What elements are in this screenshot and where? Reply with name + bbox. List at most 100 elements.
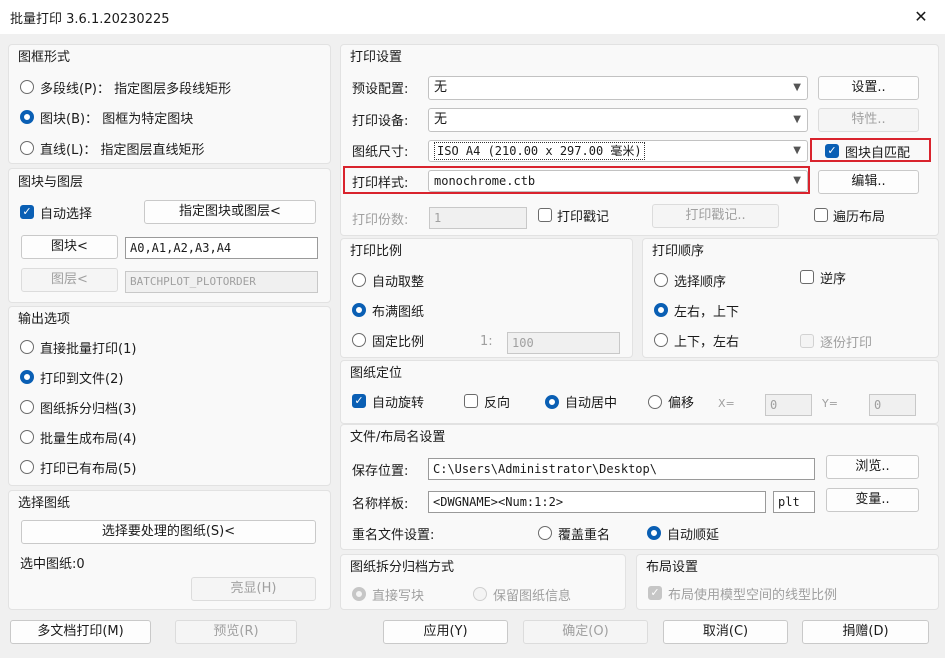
traverse-layout-checkbox[interactable] xyxy=(814,208,828,222)
chevron-down-icon: ▼ xyxy=(793,145,801,156)
auto-increment-label: 自动顺延 xyxy=(667,528,720,543)
output-existing-radio[interactable] xyxy=(20,460,34,474)
window-title: 批量打印 3.6.1.20230225 xyxy=(10,12,170,27)
archive-writeblock-radio[interactable] xyxy=(352,587,366,601)
archive-keepinfo-label: 保留图纸信息 xyxy=(493,589,572,604)
layout-settings-title: 布局设置 xyxy=(646,560,699,575)
copies-input[interactable]: 1 xyxy=(429,207,527,229)
preset-select[interactable]: 无 ▼ xyxy=(428,76,808,100)
frame-block-radio[interactable] xyxy=(20,110,34,124)
output-file-radio[interactable] xyxy=(20,370,34,384)
scale-ratio-prefix: 1: xyxy=(480,334,493,349)
auto-select-label: 自动选择 xyxy=(40,207,93,222)
save-location-input[interactable]: C:\Users\Administrator\Desktop\ xyxy=(428,458,815,480)
apply-button[interactable]: 应用(Y) xyxy=(383,620,508,644)
reverse-checkbox[interactable] xyxy=(464,394,478,408)
scale-fixed-label: 固定比例 xyxy=(372,335,425,350)
paper-size-value: ISO A4 (210.00 x 297.00 毫米) xyxy=(434,142,645,160)
frame-polyline-radio[interactable] xyxy=(20,80,34,94)
scale-fixed-radio[interactable] xyxy=(352,333,366,347)
order-tb-label: 上下，左右 xyxy=(674,335,740,350)
stamp-checkbox[interactable] xyxy=(538,208,552,222)
reverse-order-checkbox[interactable] xyxy=(800,270,814,284)
traverse-layout-label: 遍历布局 xyxy=(833,210,886,225)
select-sheets-title: 选择图纸 xyxy=(18,496,71,511)
chevron-down-icon: ▼ xyxy=(793,114,801,125)
cancel-button[interactable]: 取消(C) xyxy=(663,620,788,644)
order-select-radio[interactable] xyxy=(654,273,668,287)
copies-label: 打印份数: xyxy=(352,213,409,228)
auto-center-label: 自动居中 xyxy=(565,396,618,411)
output-split-label: 图纸拆分归档(3) xyxy=(40,402,137,417)
copy-print-checkbox[interactable] xyxy=(800,334,814,348)
layer-name-input[interactable]: BATCHPLOT_PLOTORDER xyxy=(125,271,318,293)
print-style-value: monochrome.ctb xyxy=(434,174,536,188)
settings-button[interactable]: 设置.. xyxy=(818,76,919,100)
scale-fit-label: 布满图纸 xyxy=(372,305,425,320)
output-title: 输出选项 xyxy=(18,312,71,327)
specify-block-layer-button[interactable]: 指定图块或图层< xyxy=(144,200,316,224)
auto-increment-radio[interactable] xyxy=(647,526,661,540)
auto-rotate-checkbox[interactable]: ✓ xyxy=(352,394,366,408)
reverse-label: 反向 xyxy=(484,396,511,411)
file-extension-input[interactable]: plt xyxy=(773,491,815,513)
archive-title: 图纸拆分归档方式 xyxy=(350,560,455,575)
close-icon[interactable]: ✕ xyxy=(905,2,937,32)
scale-fit-radio[interactable] xyxy=(352,303,366,317)
order-title: 打印顺序 xyxy=(652,244,705,259)
browse-button[interactable]: 浏览.. xyxy=(826,455,919,479)
frame-form-title: 图框形式 xyxy=(18,50,71,65)
paper-size-select[interactable]: ISO A4 (210.00 x 297.00 毫米) ▼ xyxy=(428,140,808,162)
highlight-button[interactable]: 亮显(H) xyxy=(191,577,316,601)
overwrite-radio[interactable] xyxy=(538,526,552,540)
block-match-label: 图块自匹配 xyxy=(845,146,911,161)
archive-writeblock-label: 直接写块 xyxy=(372,589,425,604)
select-sheets-button[interactable]: 选择要处理的图纸(S)< xyxy=(21,520,316,544)
auto-select-checkbox[interactable]: ✓ xyxy=(20,205,34,219)
frame-block-label: 图块(B)： 图框为特定图块 xyxy=(40,112,194,127)
output-direct-label: 直接批量打印(1) xyxy=(40,342,137,357)
archive-keepinfo-radio[interactable] xyxy=(473,587,487,601)
layout-linetype-checkbox[interactable]: ✓ xyxy=(648,586,662,600)
scale-ratio-input[interactable]: 100 xyxy=(507,332,620,354)
block-button[interactable]: 图块< xyxy=(21,235,118,259)
edit-style-button[interactable]: 编辑.. xyxy=(818,170,919,194)
properties-button[interactable]: 特性.. xyxy=(818,108,919,132)
offset-y-label: Y= xyxy=(822,397,838,410)
save-location-label: 保存位置: xyxy=(352,464,409,479)
block-match-checkbox[interactable]: ✓ xyxy=(825,144,839,158)
layout-linetype-label: 布局使用模型空间的线型比例 xyxy=(668,588,838,603)
offset-radio[interactable] xyxy=(648,395,662,409)
output-layout-label: 批量生成布局(4) xyxy=(40,432,137,447)
selected-count: 选中图纸:0 xyxy=(20,557,85,572)
donate-button[interactable]: 捐赠(D) xyxy=(802,620,929,644)
layer-button[interactable]: 图层< xyxy=(21,268,118,292)
print-style-label: 打印样式: xyxy=(352,176,409,191)
output-split-radio[interactable] xyxy=(20,400,34,414)
offset-label: 偏移 xyxy=(668,396,695,411)
block-names-input[interactable]: A0,A1,A2,A3,A4 xyxy=(125,237,318,259)
print-style-select[interactable]: monochrome.ctb ▼ xyxy=(428,170,808,192)
preview-button[interactable]: 预览(R) xyxy=(175,620,297,644)
order-lr-radio[interactable] xyxy=(654,303,668,317)
auto-center-radio[interactable] xyxy=(545,395,559,409)
scale-auto-radio[interactable] xyxy=(352,273,366,287)
preset-label: 预设配置: xyxy=(352,82,409,97)
output-existing-label: 打印已有布局(5) xyxy=(40,462,137,477)
output-layout-radio[interactable] xyxy=(20,430,34,444)
block-layer-title: 图块与图层 xyxy=(18,175,84,190)
offset-y-input[interactable]: 0 xyxy=(869,394,916,416)
frame-line-radio[interactable] xyxy=(20,141,34,155)
output-direct-radio[interactable] xyxy=(20,340,34,354)
offset-x-input[interactable]: 0 xyxy=(765,394,812,416)
name-template-input[interactable]: <DWGNAME><Num:1:2> xyxy=(428,491,766,513)
variables-button[interactable]: 变量.. xyxy=(826,488,919,512)
order-select-label: 选择顺序 xyxy=(674,275,727,290)
order-tb-radio[interactable] xyxy=(654,333,668,347)
device-select[interactable]: 无 ▼ xyxy=(428,108,808,132)
multi-doc-print-button[interactable]: 多文档打印(M) xyxy=(10,620,151,644)
stamp-settings-button[interactable]: 打印戳记.. xyxy=(652,204,779,228)
name-template-label: 名称样板: xyxy=(352,497,409,512)
ok-button[interactable]: 确定(O) xyxy=(523,620,648,644)
copy-print-label: 逐份打印 xyxy=(820,336,873,351)
